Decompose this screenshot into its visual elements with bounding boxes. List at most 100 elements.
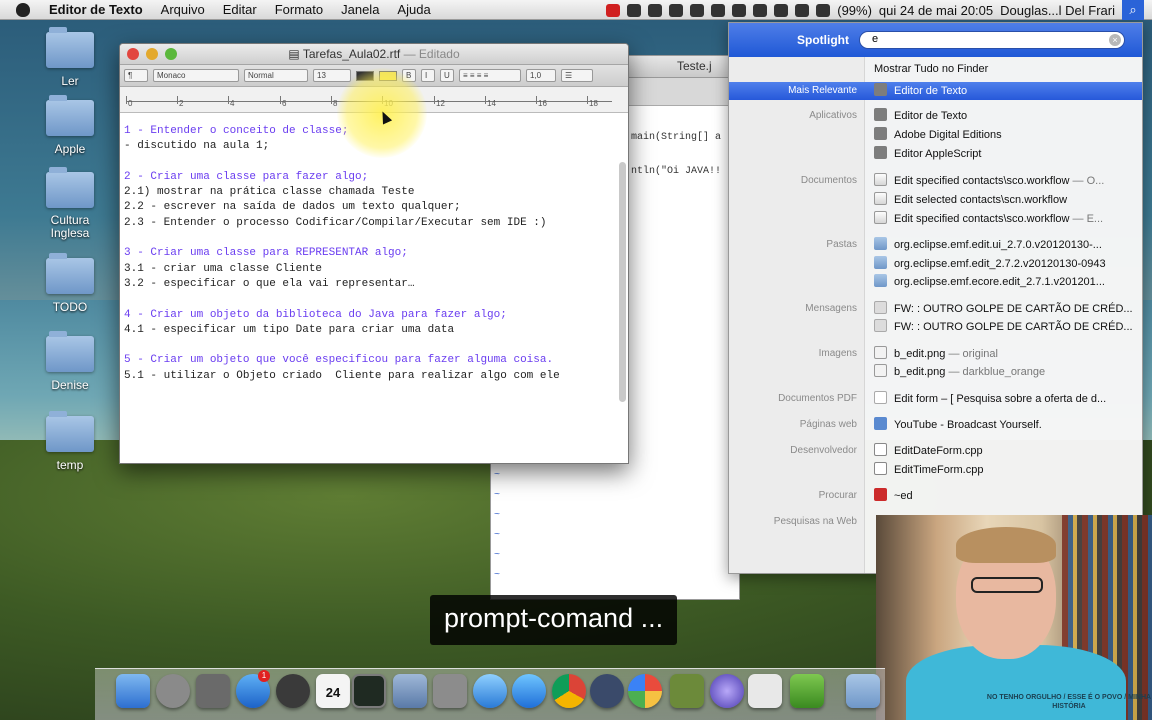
document-text[interactable]: 1 - Entender o conceito de classe; - disc… [124, 124, 614, 384]
close-button[interactable] [127, 48, 139, 60]
spotlight-result-item[interactable]: Adobe Digital Editions [874, 126, 1136, 144]
spotlight-result-row[interactable]: Editor AppleScript [729, 145, 1142, 163]
spotlight-result-item[interactable]: ~ed [874, 487, 1136, 505]
dashboard-icon[interactable] [276, 674, 310, 708]
menu-ajuda[interactable]: Ajuda [388, 2, 439, 17]
eclipse-icon[interactable] [710, 674, 744, 708]
menu-formato[interactable]: Formato [266, 2, 332, 17]
desktop-folder-todo[interactable]: TODO [30, 253, 110, 314]
spotlight-result-row[interactable]: Procurar ~ed [729, 487, 1142, 505]
document-heading-line[interactable]: 4 - Criar um objeto da biblioteca do Jav… [124, 308, 614, 323]
chrome-icon[interactable] [552, 674, 586, 708]
spotlight-result-row[interactable]: Desenvolvedor EditDateForm.cpp [729, 442, 1142, 460]
document-heading-line[interactable]: 3 - Criar uma classe para REPRESENTAR al… [124, 246, 614, 261]
italic-button[interactable]: I [421, 69, 435, 82]
minimize-button[interactable] [146, 48, 158, 60]
spotlight-result-item[interactable]: b_edit.png — original [874, 345, 1136, 363]
refresh-status-icon[interactable] [690, 3, 705, 17]
list-popup[interactable]: ☰ [561, 69, 593, 82]
font-family-popup[interactable]: Monaco [153, 69, 239, 82]
document-line[interactable]: 5.1 - utilizar o Objeto criado Cliente p… [124, 369, 614, 384]
spotlight-result-item[interactable]: b_edit.png — darkblue_orange [874, 363, 1136, 381]
show-all-in-finder[interactable]: Mostrar Tudo no Finder [874, 63, 988, 75]
spotlight-result-row[interactable]: EditTimeForm.cpp [729, 461, 1142, 479]
spotlight-result-row[interactable]: Páginas web YouTube - Broadcast Yourself. [729, 416, 1142, 434]
spotlight-search-input[interactable]: e × [859, 31, 1125, 49]
system-preferences-icon[interactable] [433, 674, 467, 708]
spotlight-result-row[interactable]: org.eclipse.emf.edit_2.7.2.v20120130-094… [729, 255, 1142, 273]
paragraph-style-popup[interactable]: ¶ [124, 69, 148, 82]
spotlight-result-row[interactable]: org.eclipse.emf.ecore.edit_2.7.1.v201201… [729, 273, 1142, 291]
document-line[interactable]: 4.1 - especificar um tipo Date para cria… [124, 323, 614, 338]
menu-janela[interactable]: Janela [332, 2, 388, 17]
font-size-popup[interactable]: 13 [313, 69, 351, 82]
battery-percent[interactable]: (99%) [837, 3, 872, 18]
pdf-status-icon[interactable] [606, 3, 621, 17]
alignment-buttons[interactable]: ≡ ≡ ≡ ≡ [459, 69, 521, 82]
desktop-folder-cultura-inglesa[interactable]: Cultura Inglesa [30, 167, 110, 240]
spotlight-result-item[interactable]: Editor de Texto [874, 107, 1136, 125]
spotlight-result-item[interactable]: org.eclipse.emf.ecore.edit_2.7.1.v201201… [874, 273, 1136, 291]
document-line[interactable]: 2.3 - Entender o processo Codificar/Comp… [124, 216, 614, 231]
gimp-icon[interactable] [670, 674, 704, 708]
sync-status-icon[interactable] [648, 3, 663, 17]
clear-search-icon[interactable]: × [1109, 34, 1121, 46]
spotlight-result-item[interactable]: Edit selected contacts\scn.workflow [874, 191, 1136, 209]
battery-icon[interactable] [816, 3, 831, 17]
downloads-stack-icon[interactable] [846, 674, 880, 708]
spotlight-result-row[interactable]: Edit specified contacts\sco.workflow — E… [729, 210, 1142, 228]
document-line[interactable]: 2.2 - escrever na saída de dados um text… [124, 200, 614, 215]
font-style-popup[interactable]: Normal [244, 69, 308, 82]
safari-icon[interactable] [473, 674, 507, 708]
spotlight-result-row[interactable]: Mensagens FW: : OUTRO GOLPE DE CARTÃO DE … [729, 300, 1142, 318]
textedit-icon[interactable] [748, 674, 782, 708]
window-title-bar[interactable]: ▤ Tarefas_Aula02.rtf — Editado [120, 44, 628, 65]
line-spacing-popup[interactable]: 1,0 [526, 69, 556, 82]
spotlight-result-item[interactable]: EditTimeForm.cpp [874, 461, 1136, 479]
spotlight-result-row[interactable]: Adobe Digital Editions [729, 126, 1142, 144]
utilities-icon[interactable] [196, 674, 230, 708]
lock2-status-icon[interactable] [711, 3, 726, 17]
document-heading-line[interactable]: 2 - Criar uma classe para fazer algo; [124, 170, 614, 185]
wifi-icon[interactable] [774, 3, 789, 17]
menu-arquivo[interactable]: Arquivo [152, 2, 214, 17]
document-line[interactable]: 2.1) mostrar na prática classe chamada T… [124, 185, 614, 200]
spotlight-result-item[interactable]: org.eclipse.emf.edit_2.7.2.v20120130-094… [874, 255, 1136, 273]
spotlight-icon[interactable]: ⌕ [1122, 0, 1144, 20]
spotlight-result-row[interactable]: Imagens b_edit.png — original [729, 345, 1142, 363]
vertical-scrollbar[interactable] [619, 162, 626, 402]
preview-icon[interactable] [393, 674, 427, 708]
zoom-button[interactable] [165, 48, 177, 60]
spotlight-result-item[interactable]: YouTube - Broadcast Yourself. [874, 416, 1136, 434]
document-line[interactable]: 3.1 - criar uma classe Cliente [124, 262, 614, 277]
spotlight-result-item[interactable]: FW: : OUTRO GOLPE DE CARTÃO DE CRÉD... [874, 318, 1136, 336]
finder-icon[interactable] [116, 674, 150, 708]
menu-app-name[interactable]: Editor de Texto [40, 2, 152, 17]
spotlight-result-item[interactable]: Edit specified contacts\sco.workflow — O… [874, 172, 1136, 190]
document-line[interactable] [124, 292, 614, 307]
spotlight-result-row[interactable]: Pastas org.eclipse.emf.edit.ui_2.7.0.v201… [729, 236, 1142, 254]
desktop-folder-denise[interactable]: Denise [30, 331, 110, 392]
spotlight-result-row[interactable]: FW: : OUTRO GOLPE DE CARTÃO DE CRÉD... [729, 318, 1142, 336]
volume-icon[interactable] [795, 3, 810, 17]
calendar-icon[interactable]: 24 [316, 674, 350, 708]
document-line[interactable] [124, 231, 614, 246]
spotlight-result-row[interactable]: b_edit.png — darkblue_orange [729, 363, 1142, 381]
desktop-folder-apple[interactable]: Apple [30, 95, 110, 156]
document-line[interactable] [124, 155, 614, 170]
apple-menu-icon[interactable] [16, 2, 30, 17]
spotlight-result-item[interactable]: org.eclipse.emf.edit.ui_2.7.0.v20120130-… [874, 236, 1136, 254]
script-editor-icon[interactable] [790, 674, 824, 708]
document-line[interactable] [124, 338, 614, 353]
menu-editar[interactable]: Editar [214, 2, 266, 17]
time-machine-icon[interactable] [732, 3, 747, 17]
spotlight-result-item[interactable]: Edit form – [ Pesquisa sobre a oferta de… [874, 390, 1136, 408]
spotlight-result-item[interactable]: Edit specified contacts\sco.workflow — E… [874, 210, 1136, 228]
document-line[interactable]: 3.2 - especificar o que ela vai represen… [124, 277, 614, 292]
spotlight-result-item[interactable]: EditDateForm.cpp [874, 442, 1136, 460]
spotlight-result-item[interactable]: FW: : OUTRO GOLPE DE CARTÃO DE CRÉD... [874, 300, 1136, 318]
bluetooth-icon[interactable] [753, 3, 768, 17]
spotlight-result-row[interactable]: Documentos PDF Edit form – [ Pesquisa sob… [729, 390, 1142, 408]
user-name[interactable]: Douglas...l Del Frari [1000, 3, 1115, 18]
spotlight-result-item[interactable]: Editor AppleScript [874, 145, 1136, 163]
